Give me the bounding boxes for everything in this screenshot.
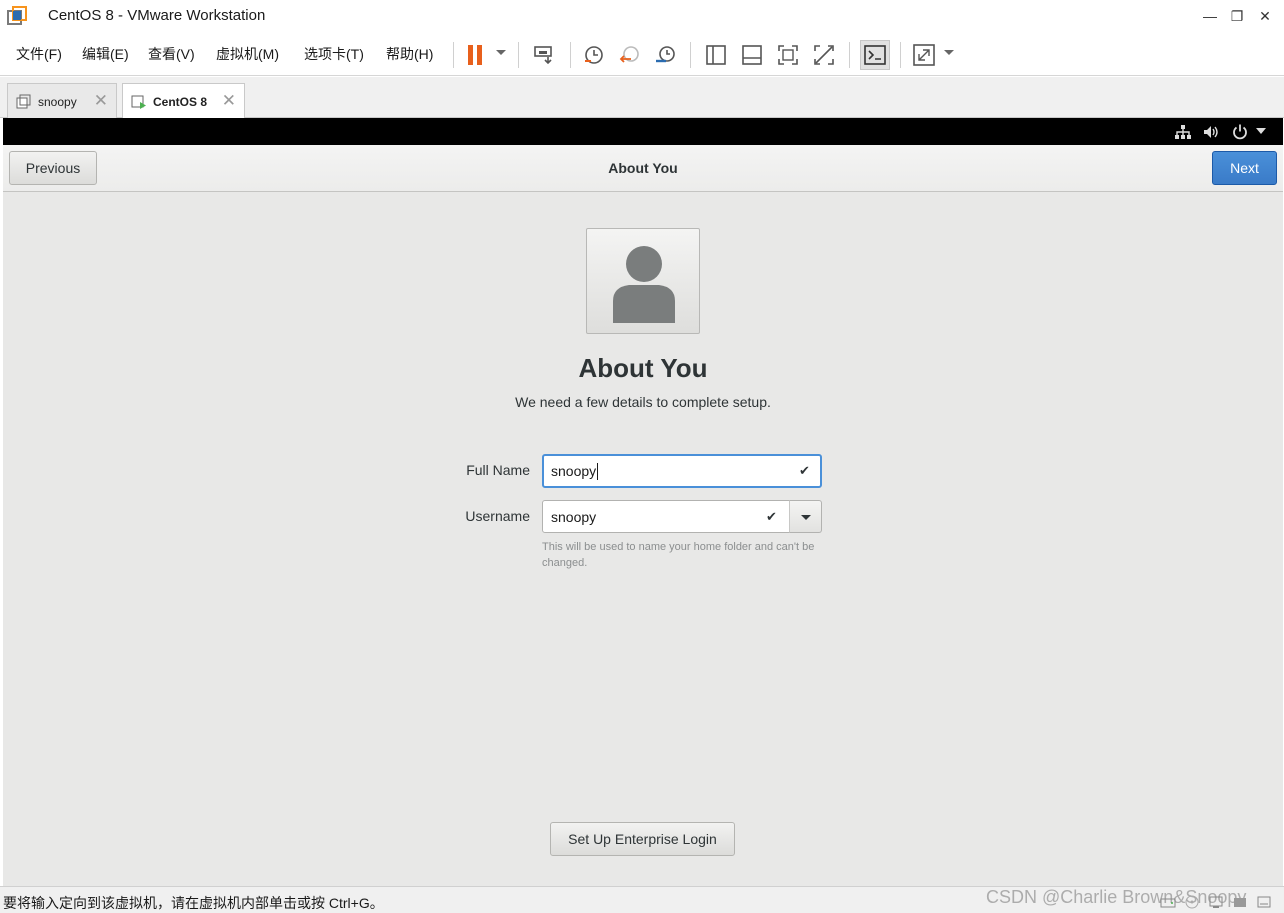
close-tab-icon[interactable]: ✕ xyxy=(222,91,236,111)
toolbar-separator xyxy=(900,42,901,68)
text-cursor xyxy=(597,462,599,480)
snapshot-manager-icon[interactable] xyxy=(653,42,679,68)
full-name-label: Full Name xyxy=(466,462,530,478)
tab-label: CentOS 8 xyxy=(153,95,208,109)
tab-snoopy[interactable]: snoopy ✕ xyxy=(7,83,117,118)
menu-file[interactable]: 文件(F) xyxy=(16,44,62,64)
close-window-button[interactable]: ✕ xyxy=(1250,4,1280,28)
vm-tab-icon xyxy=(16,94,31,109)
setup-header-bar: Previous About You Next xyxy=(3,145,1283,192)
menu-tabs[interactable]: 选项卡(T) xyxy=(304,44,364,64)
status-message: 要将输入定向到该虚拟机，请在虚拟机内部单击或按 Ctrl+G。 xyxy=(3,895,384,911)
avatar-button[interactable] xyxy=(586,228,700,334)
username-hint: This will be used to name your home fold… xyxy=(542,541,815,569)
minimize-button[interactable]: — xyxy=(1195,4,1225,28)
chevron-down-icon xyxy=(801,515,811,520)
vmware-logo-icon xyxy=(7,6,27,25)
close-tab-icon[interactable]: ✕ xyxy=(94,91,108,111)
tab-bar: snoopy ✕ CentOS 8 ✕ xyxy=(0,77,1284,119)
unity-mode-icon[interactable] xyxy=(811,42,837,68)
header-title: About You xyxy=(608,160,678,176)
tab-label: snoopy xyxy=(38,95,77,109)
username-value: snoopy xyxy=(551,508,597,525)
snapshot-icon[interactable] xyxy=(581,42,607,68)
toolbar-separator xyxy=(690,42,691,68)
stretch-dropdown-icon[interactable] xyxy=(944,50,954,55)
show-library-icon[interactable] xyxy=(703,42,729,68)
full-screen-icon[interactable] xyxy=(775,42,801,68)
menu-help[interactable]: 帮助(H) xyxy=(386,44,433,64)
enterprise-login-button[interactable]: Set Up Enterprise Login xyxy=(550,822,735,856)
pause-icon[interactable] xyxy=(462,42,488,68)
toolbar-separator xyxy=(570,42,571,68)
next-button[interactable]: Next xyxy=(1212,151,1277,185)
menu-toolbar: 文件(F) 编辑(E) 查看(V) 虚拟机(M) 选项卡(T) 帮助(H) xyxy=(0,32,1284,76)
username-input[interactable]: snoopy xyxy=(542,500,790,533)
volume-icon[interactable] xyxy=(1202,123,1220,141)
username-label: Username xyxy=(465,508,530,524)
usb-icon[interactable] xyxy=(1232,895,1248,909)
username-dropdown-button[interactable] xyxy=(789,500,822,533)
user-avatar-icon xyxy=(613,246,675,323)
status-bar: 要将输入定向到该虚拟机，请在虚拟机内部单击或按 Ctrl+G。 CSDN @Ch… xyxy=(0,886,1284,913)
vmware-window: CentOS 8 - VMware Workstation — ❐ ✕ 文件(F… xyxy=(0,0,1284,913)
toolbar-separator xyxy=(849,42,850,68)
show-thumbnail-bar-icon[interactable] xyxy=(739,42,765,68)
cd-dvd-icon[interactable] xyxy=(1184,895,1200,909)
console-view-icon[interactable] xyxy=(860,40,890,70)
vm-console[interactable]: Previous About You Next About You We nee… xyxy=(3,118,1283,886)
menu-vm[interactable]: 虚拟机(M) xyxy=(216,44,279,64)
full-name-input[interactable]: snoopy xyxy=(542,454,822,488)
page-subtitle: We need a few details to complete setup. xyxy=(515,394,771,410)
send-ctrl-alt-del-icon[interactable] xyxy=(531,42,557,68)
username-valid-icon: ✔ xyxy=(766,509,777,524)
device-status-icons xyxy=(1160,895,1272,909)
revert-snapshot-icon[interactable] xyxy=(617,42,643,68)
system-menu-arrow-icon[interactable] xyxy=(1255,125,1267,137)
tab-centos-8[interactable]: CentOS 8 ✕ xyxy=(122,83,245,119)
gnome-top-bar xyxy=(3,118,1283,145)
network-adapter-icon[interactable] xyxy=(1208,895,1224,909)
full-name-value: snoopy xyxy=(551,463,597,479)
pause-dropdown-icon[interactable] xyxy=(496,50,506,55)
toolbar-separator xyxy=(518,42,519,68)
network-icon[interactable] xyxy=(1174,123,1192,141)
window-title: CentOS 8 - VMware Workstation xyxy=(48,7,266,24)
sound-card-icon[interactable] xyxy=(1256,895,1272,909)
title-bar: CentOS 8 - VMware Workstation — ❐ ✕ xyxy=(0,0,1284,32)
page-heading: About You xyxy=(578,353,708,383)
restore-button[interactable]: ❐ xyxy=(1222,4,1252,28)
full-name-valid-icon: ✔ xyxy=(799,463,810,478)
toolbar-separator xyxy=(453,42,454,68)
menu-view[interactable]: 查看(V) xyxy=(148,44,195,64)
running-vm-tab-icon xyxy=(131,95,146,109)
menu-edit[interactable]: 编辑(E) xyxy=(82,44,129,64)
hard-disk-icon[interactable] xyxy=(1160,895,1176,909)
power-icon[interactable] xyxy=(1231,123,1249,141)
stretch-guest-icon[interactable] xyxy=(911,42,937,68)
